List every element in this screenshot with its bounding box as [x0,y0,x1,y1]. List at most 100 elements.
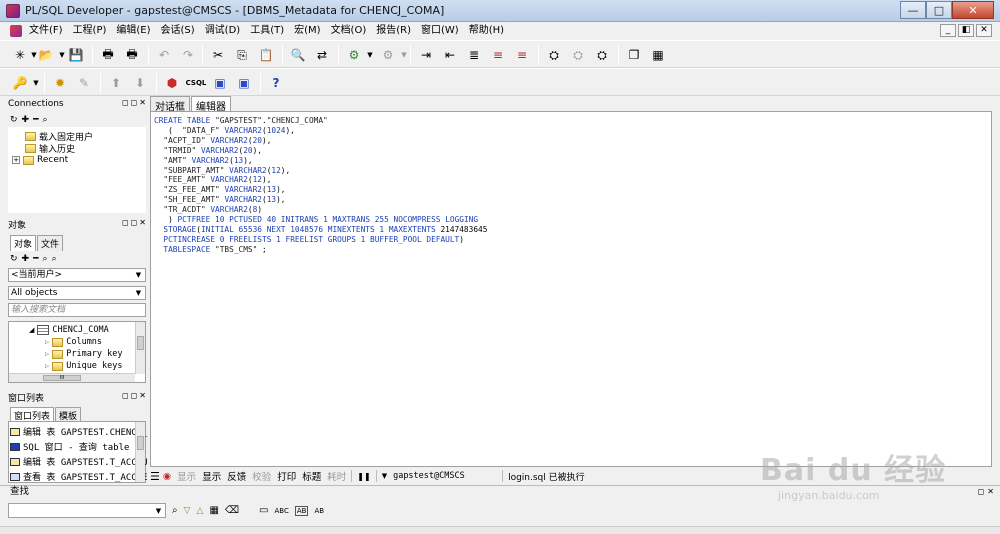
window-cascade-icon[interactable]: ❐ [626,47,642,63]
menu-debug[interactable]: 调试(D) [200,23,246,39]
csql-icon[interactable]: CSQL [186,75,207,91]
tree-item-recent[interactable]: + Recent [12,155,68,165]
pin-icon[interactable]: ◻ [122,391,129,400]
whole-word-icon[interactable]: AB [294,505,309,516]
report-icon[interactable]: ▣ [236,75,252,91]
object-search-input[interactable]: 输入搜索文档 [8,303,146,317]
open-folder-icon[interactable]: 📂 [38,47,54,63]
filter-icon[interactable]: ⌕ [43,115,48,125]
window-list-vscroll[interactable] [135,422,145,482]
record-icon[interactable]: ◉ [163,471,171,482]
timing-button[interactable]: 耗时 [324,469,349,483]
code-line[interactable]: "SH_FEE_AMT" VARCHAR2(13), [154,195,487,205]
copy-icon[interactable]: ⎘ [234,47,250,63]
code-line[interactable]: ) PCTFREE 10 PCTUSED 40 INITRANS 1 MAXTR… [154,215,487,225]
pin-icon[interactable]: ◻ [122,98,129,107]
code-editor[interactable]: CREATE TABLE "GAPSTEST"."CHENCJ_COMA" ( … [150,111,992,467]
code-line[interactable]: "AMT" VARCHAR2(13), [154,156,487,166]
tree-item-columns[interactable]: ▷ Columns [45,337,102,347]
tab-objects[interactable]: 对象 [10,235,37,251]
cut-icon[interactable]: ✂ [210,47,226,63]
uppercase-icon[interactable]: ≣ [466,47,482,63]
tree-item-table[interactable]: ◢ CHENCJ_COMA [29,325,109,335]
unindent-icon[interactable]: ⇤ [442,47,458,63]
clear-icon[interactable]: ⌫ [225,505,239,516]
menu-tools[interactable]: 工具(T) [245,23,289,39]
remove-icon[interactable]: ━ [33,254,38,264]
find-icon[interactable]: 🔍 [290,47,306,63]
find-text-input[interactable]: ▼ [8,503,166,518]
logon-key-icon[interactable]: 🔑 [12,75,28,91]
add-icon[interactable]: ✚ [22,115,30,125]
mdi-close-button[interactable]: ✕ [976,24,992,37]
stop-icon[interactable]: ✎ [76,75,92,91]
menu-session[interactable]: 会话(S) [156,23,200,39]
code-line[interactable]: STORAGE(INITIAL 65536 NEXT 1048576 MINEX… [154,225,487,235]
code-line[interactable]: CREATE TABLE "GAPSTEST"."CHENCJ_COMA" [154,116,487,126]
break-icon[interactable]: ⚙ [380,47,396,63]
comment-icon[interactable]: ≡ [490,47,506,63]
chevron-down-icon[interactable]: ▼ [133,270,144,280]
float-icon[interactable]: ◻ [131,98,138,107]
menu-macro[interactable]: 宏(M) [289,23,325,39]
minimize-button[interactable]: — [900,1,926,19]
menu-window[interactable]: 窗口(W) [416,23,464,39]
code-line[interactable]: PCTINCREASE 0 FREELISTS 1 FREELIST GROUP… [154,235,487,245]
code-text[interactable]: CREATE TABLE "GAPSTEST"."CHENCJ_COMA" ( … [154,116,487,255]
command-window-icon[interactable]: ▣ [212,75,228,91]
undo-icon[interactable]: ↶ [156,47,172,63]
objects-vscroll[interactable] [135,322,145,374]
tab-editor[interactable]: 编辑器 [191,96,231,113]
find-object-icon[interactable]: ⌕ [43,254,48,264]
describe-icon[interactable]: ⛭ [570,47,586,63]
print-button[interactable]: 打印 [274,469,299,483]
list-item[interactable]: SQL 窗口 - 查询 table T_ [10,440,146,453]
sql-window-icon[interactable]: ⬢ [164,75,180,91]
collapse-icon[interactable]: ◢ [29,326,34,334]
code-line[interactable]: "TRMID" VARCHAR2(20), [154,146,487,156]
logon-dropdown-icon[interactable]: ▼ [28,75,44,91]
find-prev-icon[interactable]: △ [197,506,204,516]
close-panel-icon[interactable]: ✕ [987,486,994,498]
tree-item-history[interactable]: 输入历史 [25,142,75,155]
tree-item-unique-keys[interactable]: ▷ Unique keys [45,361,123,371]
explain-plan-icon[interactable]: ⛭ [594,47,610,63]
run-icon[interactable]: ✹ [52,75,68,91]
filter-icon[interactable]: ⌕ [52,254,57,264]
close-panel-icon[interactable]: ✕ [139,98,146,107]
commit-icon[interactable]: ⬆ [108,75,124,91]
paste-icon[interactable]: 📋 [258,47,274,63]
menu-reports[interactable]: 报告(R) [371,23,416,39]
close-panel-icon[interactable]: ✕ [139,218,146,227]
code-line[interactable]: TABLESPACE "TBS_CMS" ; [154,245,487,255]
object-type-select[interactable]: All objects ▼ [8,286,146,300]
redo-icon[interactable]: ↷ [180,47,196,63]
execute-dropdown-icon[interactable]: ▼ [362,47,378,63]
print-icon[interactable]: 🖶 [100,47,116,63]
replace-icon[interactable]: ⇄ [314,47,330,63]
code-line[interactable]: "ACPT_ID" VARCHAR2(20), [154,136,487,146]
remove-icon[interactable]: ━ [33,115,38,125]
tree-item-primary-key[interactable]: ▷ Primary key [45,349,123,359]
expand-icon[interactable]: + [12,156,20,164]
print-preview-icon[interactable]: 🖶 [124,47,140,63]
display-button-disabled[interactable]: 显示 [174,469,199,483]
menu-documents[interactable]: 文档(O) [326,23,372,39]
close-button[interactable]: ✕ [952,1,994,19]
uncomment-icon[interactable]: ≡ [514,47,530,63]
case-icon[interactable]: ABC [275,507,289,515]
rollback-icon[interactable]: ⬇ [132,75,148,91]
menu-file[interactable]: 文件(F) [24,23,68,39]
highlight-icon[interactable]: ▦ [209,505,218,516]
refresh-icon[interactable]: ↻ [10,115,18,125]
menu-lines-icon[interactable]: ☰ [150,470,160,483]
selection-icon[interactable]: ▭ [259,505,268,516]
menu-project[interactable]: 工程(P) [68,23,112,39]
objects-hscroll[interactable]: III [9,373,135,382]
chevron-down-icon[interactable]: ▼ [379,472,390,480]
float-icon[interactable]: ◻ [131,218,138,227]
list-item[interactable]: 编辑 表 GAPSTEST.T_ACCOU [10,455,148,468]
beautify-icon[interactable]: ⛭ [546,47,562,63]
code-line[interactable]: "SUBPART_AMT" VARCHAR2(12), [154,166,487,176]
chevron-down-icon[interactable]: ▼ [133,288,144,298]
